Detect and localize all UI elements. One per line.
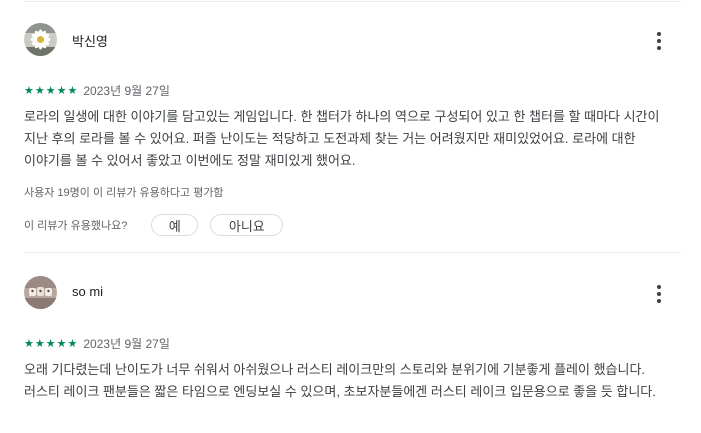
reviewer-name: so mi [72,284,104,299]
divider [24,252,681,253]
review-header: 박신영 [24,23,681,57]
star-icon: ★ [24,336,34,350]
star-icon: ★ [34,336,45,350]
star-icon: ★ [56,336,67,350]
divider [24,1,681,2]
helpful-count: 사용자 19명이 이 리뷰가 유용하다고 평가함 [24,187,224,199]
star-icon: ★ [24,83,34,97]
star-icon: ★ [67,336,78,350]
helpful-no-button[interactable]: 아니요 [210,214,284,236]
star-icon: ★ [45,83,56,97]
star-rating: ★ ★ ★ ★ ★ [24,85,77,96]
star-rating: ★ ★ ★ ★ ★ [24,338,77,349]
helpful-yes-button[interactable]: 예 [151,214,199,236]
daisy-flower-icon [24,23,57,56]
reviewer-name: 박신영 [72,34,108,49]
review-header: so mi [24,276,681,310]
star-icon: ★ [34,83,45,97]
review-date: 2023년 9월 27일 [83,83,170,98]
more-options-icon[interactable] [647,282,671,306]
helpful-question: 이 리뷰가 유용했나요? [24,220,128,232]
star-icon: ★ [56,83,67,97]
rating-row: ★ ★ ★ ★ ★ 2023년 9월 27일 [24,335,170,351]
review-body: 로라의 일생에 대한 이야기를 담고있는 게임입니다. 한 챕터가 하나의 역으… [24,109,660,168]
star-icon: ★ [45,336,56,350]
rating-row: ★ ★ ★ ★ ★ 2023년 9월 27일 [24,82,170,98]
star-icon: ★ [67,83,78,97]
review-date: 2023년 9월 27일 [83,336,170,351]
helpful-row: 이 리뷰가 유용했나요? 예 아니요 [24,212,284,238]
review-body: 오래 기다렸는데 난이도가 너무 쉬워서 아쉬웠으나 러스티 레이크만의 스토리… [24,362,656,399]
more-options-icon[interactable] [647,29,671,53]
avatar [24,276,57,309]
avatar [24,23,57,56]
photo-avatar-icon [24,276,57,309]
